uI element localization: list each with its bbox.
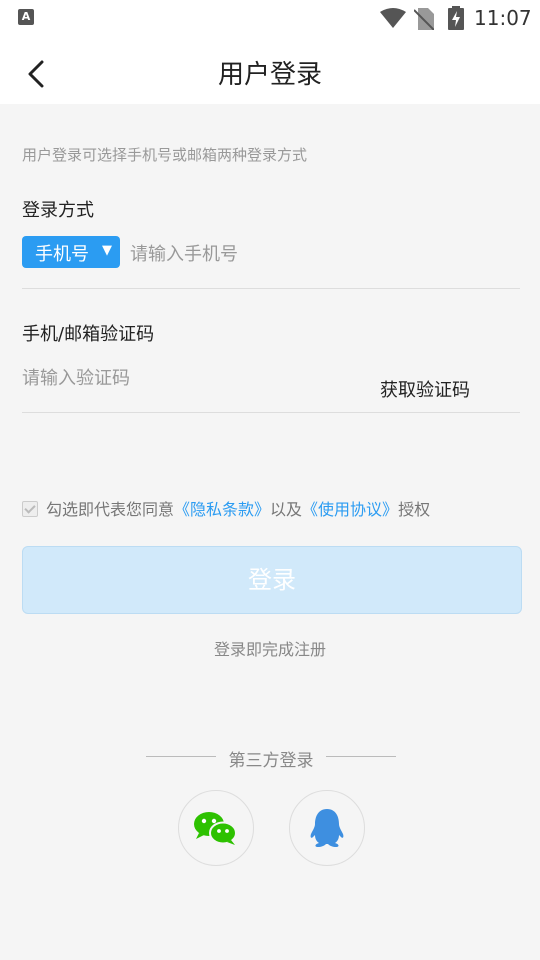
wifi-icon bbox=[380, 8, 406, 28]
page-title: 用户登录 bbox=[217, 60, 322, 90]
wechat-icon bbox=[194, 812, 237, 845]
get-code-button[interactable]: 获取验证码 bbox=[380, 376, 470, 402]
privacy-link[interactable]: 《隐私条款》 bbox=[174, 500, 270, 519]
header-bar: 用户登录 bbox=[0, 36, 540, 104]
agreement-row: 勾选即代表您同意《隐私条款》以及《使用协议》授权 bbox=[22, 496, 430, 520]
login-button[interactable]: 登录 bbox=[22, 546, 522, 614]
login-hint-text: 用户登录可选择手机号或邮箱两种登录方式 bbox=[22, 146, 308, 164]
no-sim-icon bbox=[414, 8, 434, 30]
app-notification-icon: A bbox=[18, 9, 34, 25]
qq-icon bbox=[310, 809, 344, 847]
phone-input[interactable] bbox=[130, 241, 510, 267]
third-party-divider: 第三方登录 bbox=[146, 746, 396, 771]
login-type-dropdown[interactable]: 手机号 ▼ bbox=[22, 236, 120, 268]
divider-line-right bbox=[326, 756, 396, 757]
third-party-title: 第三方登录 bbox=[228, 751, 314, 771]
login-method-label: 登录方式 bbox=[22, 200, 94, 221]
agreement-checkbox[interactable] bbox=[22, 501, 38, 517]
divider bbox=[22, 288, 520, 289]
agreement-prefix: 勾选即代表您同意 bbox=[46, 500, 175, 519]
agreement-suffix: 授权 bbox=[398, 500, 431, 519]
qq-login-button[interactable] bbox=[289, 790, 365, 866]
register-note: 登录即完成注册 bbox=[213, 640, 326, 659]
code-input[interactable] bbox=[22, 365, 362, 391]
divider bbox=[22, 412, 520, 413]
battery-charging-icon bbox=[448, 6, 464, 30]
dropdown-caret-icon: ▼ bbox=[102, 243, 112, 258]
wechat-login-button[interactable] bbox=[178, 790, 254, 866]
terms-link[interactable]: 《使用协议》 bbox=[302, 500, 398, 519]
status-bar: A 11:07 bbox=[0, 0, 540, 36]
agreement-middle: 以及 bbox=[270, 500, 303, 519]
verification-label: 手机/邮箱验证码 bbox=[22, 324, 155, 345]
status-time: 11:07 bbox=[474, 6, 532, 30]
login-type-selected: 手机号 bbox=[35, 244, 89, 265]
